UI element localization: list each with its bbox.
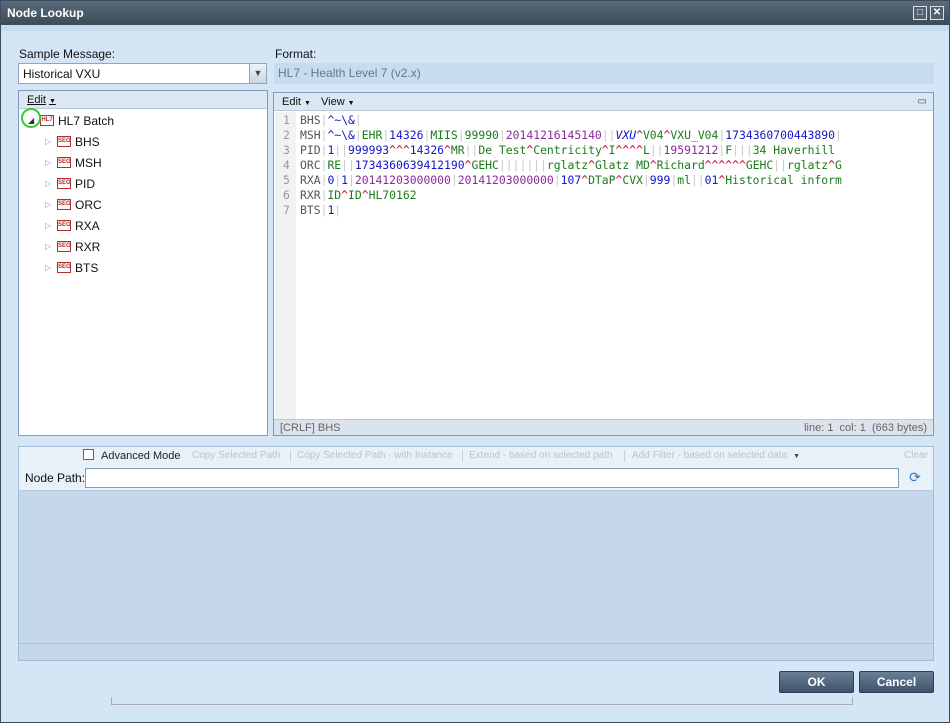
expand-triangle-icon[interactable]: ▷ [45,221,51,230]
tree-item-label: BHS [75,135,100,149]
line-number: 4 [283,158,290,172]
tree-item-label: PID [75,177,96,191]
tree-item[interactable]: ▷ SEG BTS [19,259,267,279]
line-number: 7 [283,203,290,217]
extend-button[interactable]: Extend - based on selected path [469,450,612,461]
highlight-circle [21,108,41,128]
segment-icon: SEG [57,136,71,147]
tree-item-label: RXA [75,219,100,233]
tree-toolbar: Edit ▼ [19,91,267,109]
caret-down-icon: ▼ [48,98,56,105]
restore-icon[interactable]: ▭ [918,96,927,107]
status-position: line: 1 col: 1 (663 bytes) [804,422,927,434]
tree-item-label: RXR [75,240,101,254]
editor-status-bar: [CRLF] BHS line: 1 col: 1 (663 bytes) [274,419,933,435]
line-number: 3 [283,143,290,157]
node-path-label: Node Path: [25,471,86,485]
expand-triangle-icon[interactable]: ▷ [45,200,51,209]
editor-view-menu[interactable]: View ▼ [321,96,355,108]
segment-icon: SEG [57,220,71,231]
divider [19,643,933,644]
node-lookup-dialog: Node Lookup □ ✕ Sample Message: Historic… [0,0,950,723]
code-line: RXA|0|1|20141203000000|20141203000000|10… [300,173,842,187]
segment-icon: SEG [57,241,71,252]
background-window-edge [111,697,853,705]
code-line: RXR|ID^ID^HL70162 [300,188,417,202]
sample-message-select[interactable]: Historical VXU ▼ [18,63,267,84]
editor-view-label: View [321,96,345,108]
tree-item[interactable]: ▷ SEG ORC [19,196,267,216]
node-path-panel: Advanced Mode Copy Selected Path Copy Se… [18,446,934,661]
tree-item[interactable]: ▷ SEG BHS [19,133,267,153]
advanced-mode-label: Advanced Mode [101,450,181,462]
add-filter-button[interactable]: Add Filter - based on selected data ▼ [632,450,800,461]
tree-item-label: BTS [75,261,99,275]
node-path-toolbar: Advanced Mode Copy Selected Path Copy Se… [19,447,933,491]
line-number: 6 [283,188,290,202]
cancel-button[interactable]: Cancel [859,671,934,693]
segment-icon: SEG [57,178,71,189]
tree-item-label: ORC [75,198,102,212]
tree-item[interactable]: ▷ SEG RXR [19,238,267,258]
status-segment: [CRLF] BHS [280,422,341,434]
segment-icon: SEG [57,157,71,168]
code-line: PID|1||999993^^^14326^MR||De Test^Centri… [300,143,835,157]
advanced-mode-checkbox[interactable] [83,449,94,460]
add-filter-label: Add Filter - based on selected data [632,450,788,461]
background-strip [1,25,949,31]
tree-edit-label: Edit [27,94,46,106]
code-line: BTS|1| [300,203,342,217]
segment-icon: SEG [57,262,71,273]
divider [290,450,291,462]
tree-item[interactable]: ▷ SEG MSH [19,154,267,174]
refresh-icon[interactable]: ⟳ [907,469,923,485]
format-value: HL7 - Health Level 7 (v2.x) [278,66,421,80]
copy-path-instance-button[interactable]: Copy Selected Path - with Instance [297,450,453,461]
divider [624,450,625,462]
maximize-icon[interactable]: □ [913,6,927,20]
window-title: Node Lookup [7,6,84,20]
message-text[interactable]: BHS|^~\&| MSH|^~\&|EHR|14326|MIIS|99990|2… [300,113,931,218]
tree-root[interactable]: ◢ HL7 HL7 Batch [19,112,267,132]
expand-triangle-icon[interactable]: ▷ [45,137,51,146]
ok-button[interactable]: OK [779,671,854,693]
caret-down-icon: ▼ [793,453,801,460]
title-bar: Node Lookup □ ✕ [1,1,949,25]
copy-path-button[interactable]: Copy Selected Path [192,450,280,461]
chevron-down-icon[interactable]: ▼ [249,64,266,83]
line-number: 5 [283,173,290,187]
divider [462,450,463,462]
format-field: HL7 - Health Level 7 (v2.x) [274,63,934,84]
tree-root-label: HL7 Batch [58,114,115,128]
code-line: ORC|RE||1734360639412190^GEHC|||||||rgla… [300,158,842,172]
hl7-node-icon: HL7 [40,115,54,126]
line-gutter: 1 2 3 4 5 6 7 [275,112,296,419]
code-line: BHS|^~\&| [300,113,362,127]
format-label: Format: [275,47,317,61]
tree-panel: Edit ▼ ◢ HL7 HL7 Batch ▷ SEG BHS ▷ SEG MS… [18,90,268,436]
sample-message-label: Sample Message: [19,47,116,61]
expand-triangle-icon[interactable]: ▷ [45,263,51,272]
editor-edit-label: Edit [282,96,301,108]
close-icon[interactable]: ✕ [930,6,944,20]
tree-edit-menu[interactable]: Edit ▼ [27,94,56,106]
expand-triangle-icon[interactable]: ▷ [45,242,51,251]
node-path-input[interactable] [85,468,899,488]
editor-panel: Edit ▼ View ▼ ▭ 1 2 3 4 5 6 7 BHS|^~\&| MSH… [273,92,934,436]
code-line: MSH|^~\&|EHR|14326|MIIS|99990|2014121614… [300,128,842,142]
expand-triangle-icon[interactable]: ▷ [45,179,51,188]
caret-down-icon: ▼ [303,100,311,107]
expand-triangle-icon[interactable]: ▷ [45,158,51,167]
clear-button[interactable]: Clear [904,450,928,461]
segment-icon: SEG [57,199,71,210]
caret-down-icon: ▼ [347,100,355,107]
tree-item[interactable]: ▷ SEG RXA [19,217,267,237]
tree-item-label: MSH [75,156,102,170]
line-number: 2 [283,128,290,142]
editor-edit-menu[interactable]: Edit ▼ [282,96,311,108]
sample-message-value: Historical VXU [23,67,101,81]
editor-toolbar: Edit ▼ View ▼ ▭ [274,93,933,111]
tree-item[interactable]: ▷ SEG PID [19,175,267,195]
line-number: 1 [283,113,290,127]
